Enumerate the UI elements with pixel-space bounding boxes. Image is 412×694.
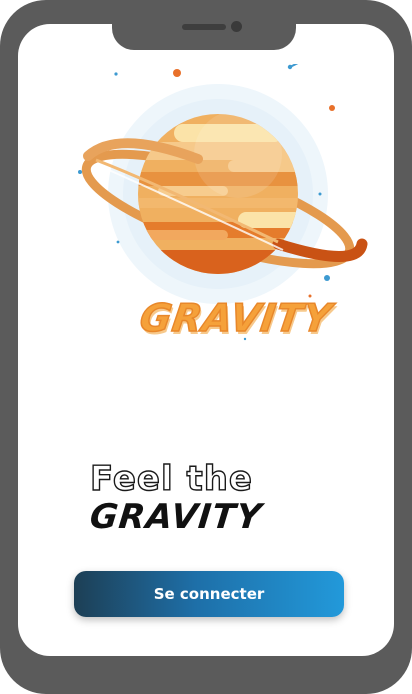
login-button[interactable]: Se connecter <box>74 571 344 617</box>
tagline-line-2: GRAVITY <box>87 497 264 537</box>
speaker-grille <box>182 24 226 30</box>
front-camera-icon <box>231 21 242 32</box>
app-screen: GRAVITY Feel the GRAVITY <box>18 24 394 656</box>
tagline-line-1: Feel the <box>89 459 253 499</box>
app-logo-text: GRAVITY <box>137 295 336 341</box>
hero-tagline: Feel the GRAVITY <box>87 459 264 537</box>
